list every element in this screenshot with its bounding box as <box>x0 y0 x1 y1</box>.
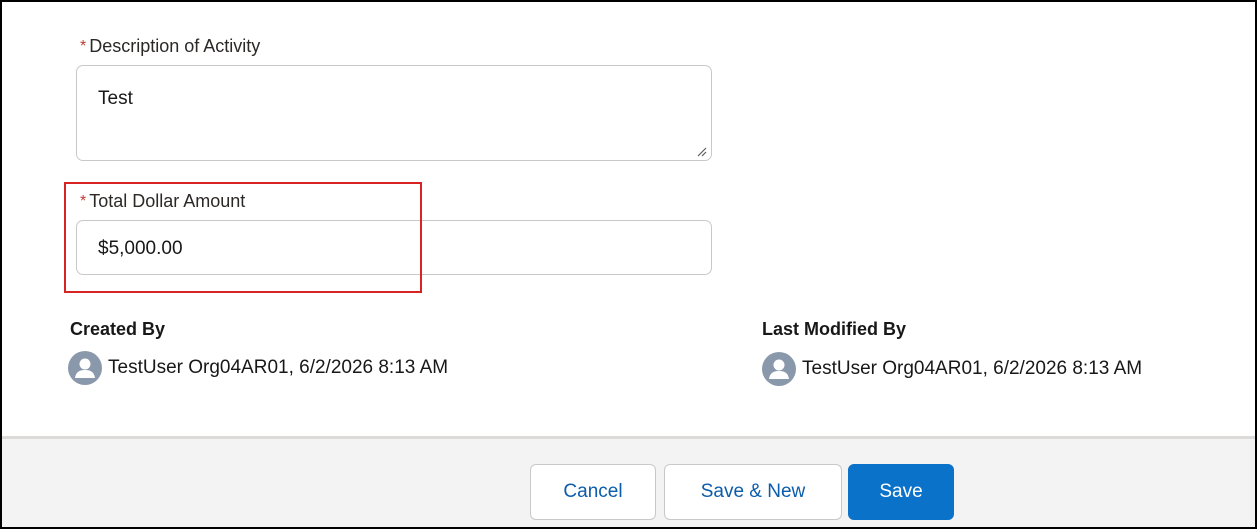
save-button[interactable]: Save <box>848 464 954 520</box>
total-amount-label-text: Total Dollar Amount <box>89 191 246 211</box>
last-modified-by-row: TestUser Org04AR01, 6/2/2026 8:13 AM <box>762 352 1142 386</box>
record-edit-form: * Description of Activity Test * Total Dol… <box>0 0 1257 529</box>
created-by-label: Created By <box>70 319 166 339</box>
description-label-text: Description of Activity <box>89 36 261 56</box>
save-and-new-button[interactable]: Save & New <box>664 464 842 520</box>
created-by-row: TestUser Org04AR01, 6/2/2026 8:13 AM <box>68 351 448 385</box>
form-footer: Cancel Save & New Save <box>2 436 1255 527</box>
required-marker: * <box>80 38 87 55</box>
created-by-value: TestUser Org04AR01, 6/2/2026 8:13 AM <box>108 357 449 378</box>
resize-handle-icon[interactable] <box>695 144 707 157</box>
user-avatar-icon[interactable] <box>68 351 102 385</box>
description-label: * Description of Activity <box>80 36 260 57</box>
total-amount-value: $5,000.00 <box>98 238 183 259</box>
last-modified-by-label: Last Modified By <box>762 319 907 339</box>
user-avatar-icon[interactable] <box>762 352 796 386</box>
last-modified-by-value: TestUser Org04AR01, 6/2/2026 8:13 AM <box>802 358 1143 379</box>
description-value: Test <box>98 88 133 109</box>
total-amount-label: * Total Dollar Amount <box>80 191 245 212</box>
cancel-button[interactable]: Cancel <box>530 464 656 520</box>
total-amount-input[interactable]: $5,000.00 <box>76 220 712 275</box>
description-textarea[interactable]: Test <box>76 65 712 161</box>
required-marker: * <box>80 193 87 210</box>
